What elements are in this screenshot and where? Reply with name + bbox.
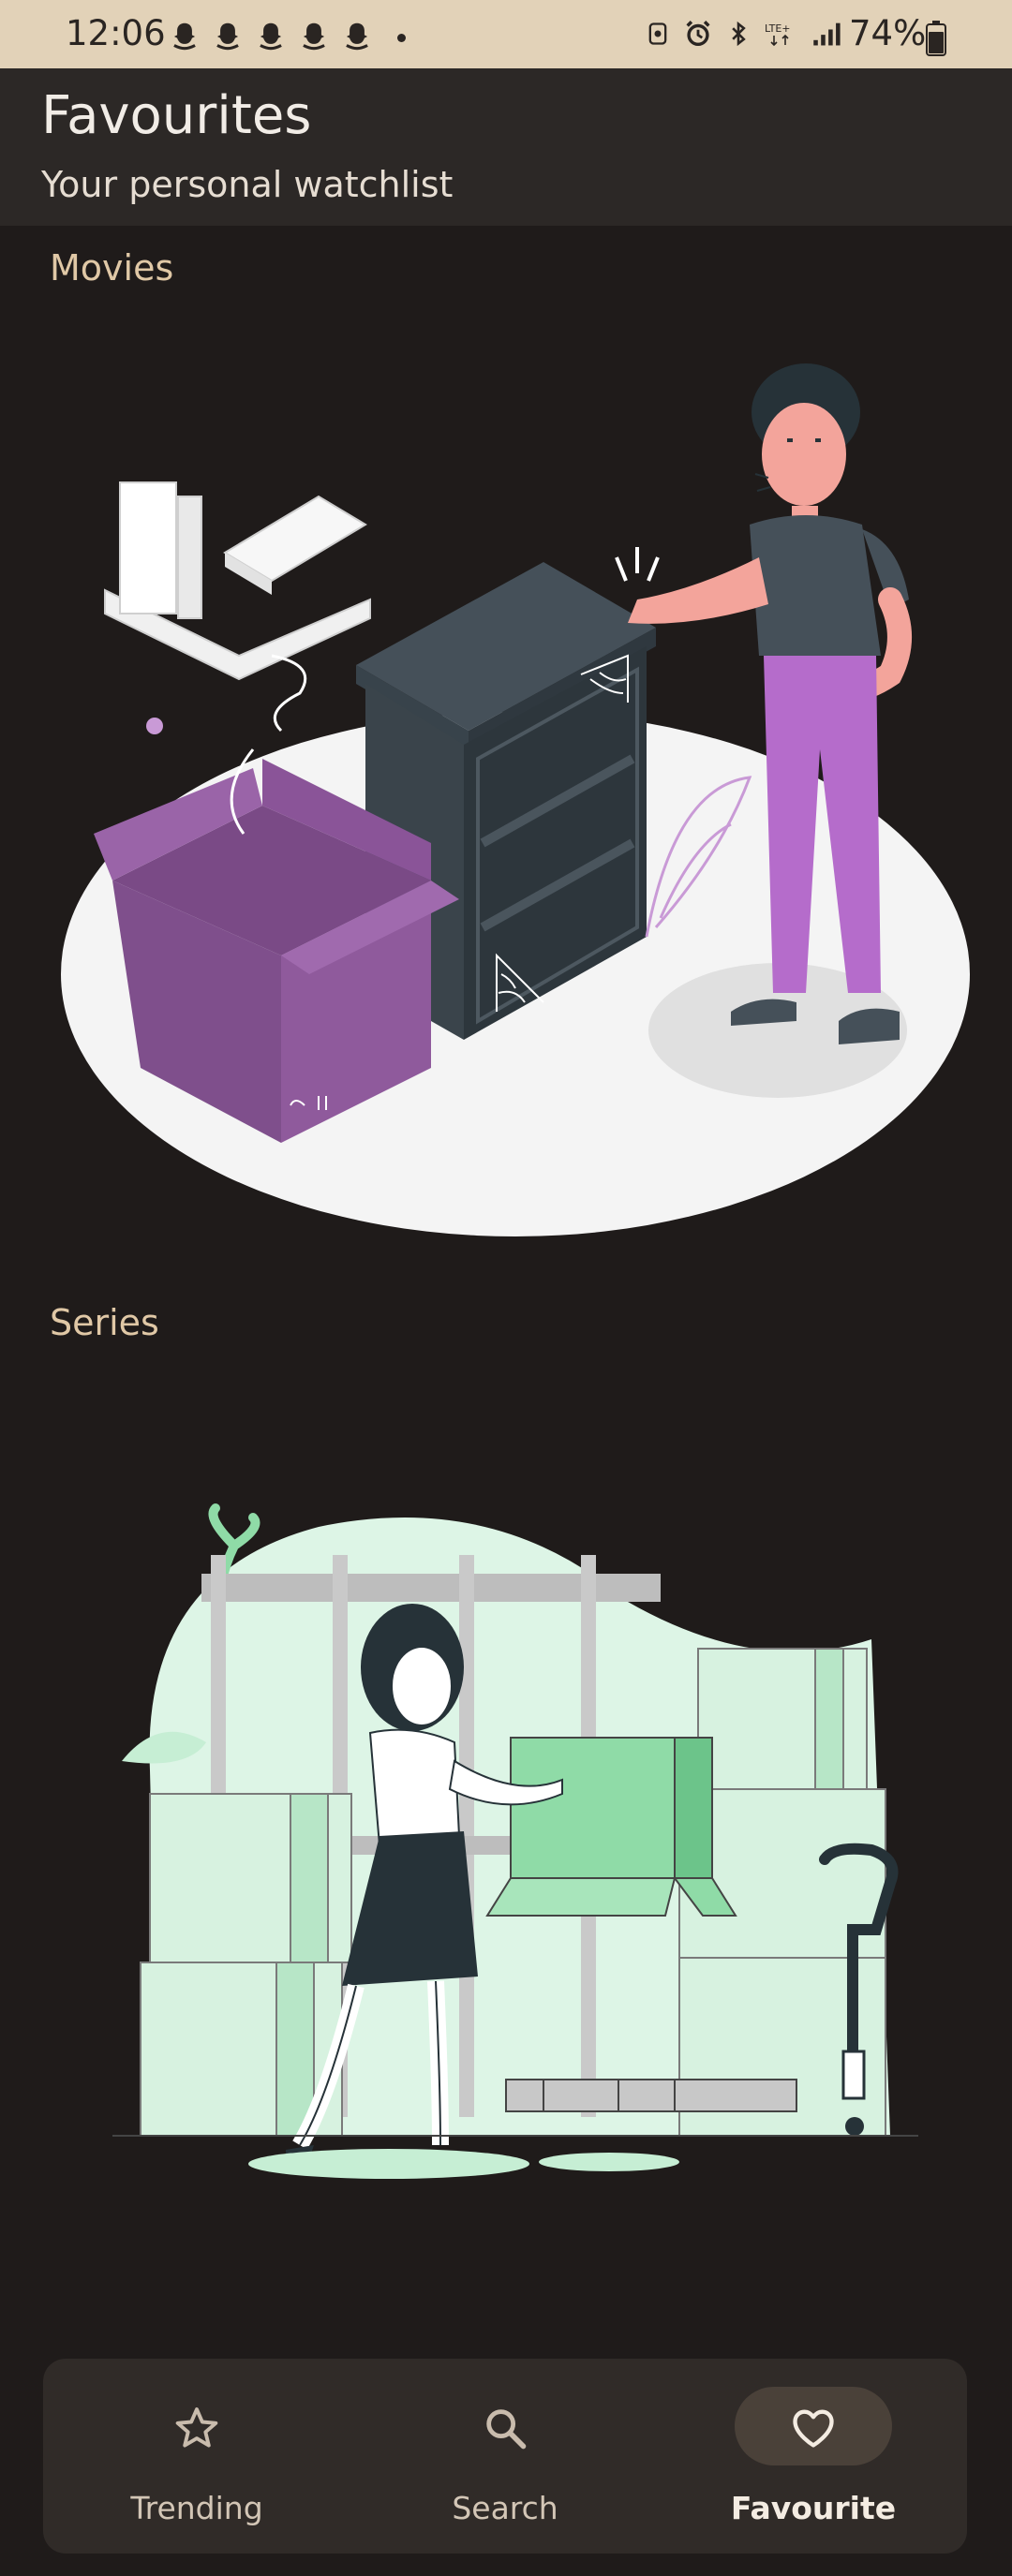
nav-label-search: Search xyxy=(452,2490,558,2526)
movies-section-label: Movies xyxy=(50,247,174,289)
snapchat-icon xyxy=(260,22,282,51)
svg-text:LTE+: LTE+ xyxy=(765,22,791,35)
app-header: Favourites Your personal watchlist xyxy=(0,68,1012,226)
heart-icon xyxy=(793,2409,834,2448)
bluetooth-icon xyxy=(732,21,746,47)
search-icon xyxy=(486,2409,527,2450)
star-icon xyxy=(175,2407,218,2448)
empty-movies-illustration xyxy=(61,363,970,1236)
page-title: Favourites xyxy=(41,85,312,146)
page-subtitle: Your personal watchlist xyxy=(41,164,454,205)
nav-item-favourite[interactable]: Favourite xyxy=(660,2359,967,2554)
nav-item-trending[interactable]: Trending xyxy=(43,2359,350,2554)
snapchat-icon xyxy=(303,22,325,51)
battery-icon xyxy=(926,21,946,56)
series-section-label: Series xyxy=(50,1302,159,1343)
signal-icon xyxy=(813,22,841,46)
nav-label-trending: Trending xyxy=(130,2490,263,2526)
snapchat-icon xyxy=(346,22,368,51)
snapchat-icon xyxy=(173,22,196,51)
nav-item-search[interactable]: Search xyxy=(351,2359,659,2554)
snapchat-icon xyxy=(216,22,239,51)
system-icons: LTE+ xyxy=(645,15,843,52)
data-saver-icon xyxy=(648,22,667,45)
notification-icons xyxy=(167,19,375,54)
bottom-navigation: Trending Search Favourite xyxy=(43,2359,967,2554)
status-time: 12:06 xyxy=(66,13,166,53)
lte-icon: LTE+ xyxy=(765,22,791,47)
battery-percent: 74% xyxy=(849,13,927,53)
empty-series-illustration xyxy=(112,1503,918,2179)
status-bar: 12:06 LTE+ 74% xyxy=(0,0,1012,68)
more-notifications-dot xyxy=(397,34,406,42)
alarm-icon xyxy=(686,21,710,47)
nav-label-favourite: Favourite xyxy=(730,2490,897,2526)
